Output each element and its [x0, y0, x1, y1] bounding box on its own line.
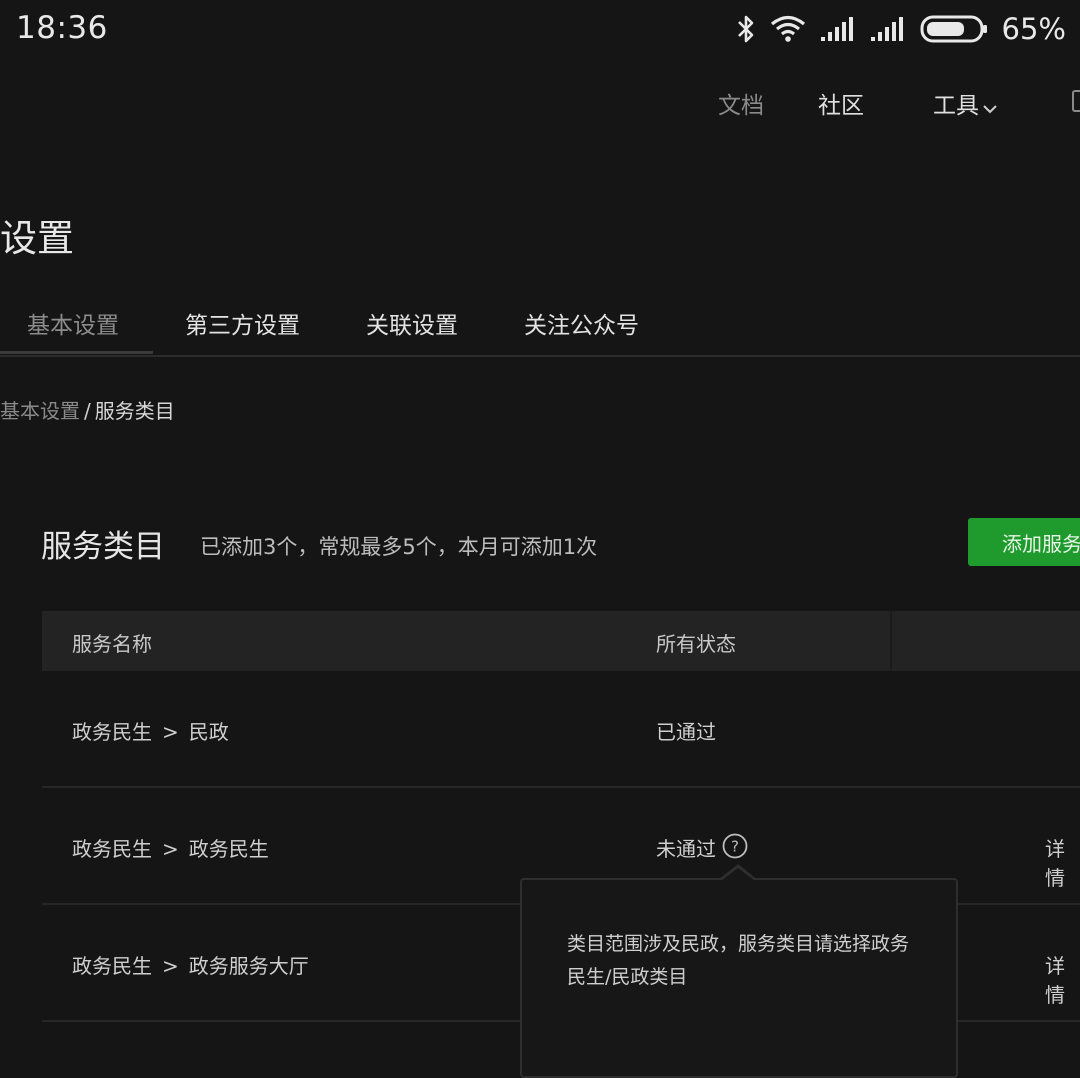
details-link[interactable]: 详情 — [1045, 833, 1080, 891]
status-text: 已通过 — [656, 720, 716, 744]
battery-icon — [920, 14, 988, 44]
tooltip-text: 类目范围涉及民政，服务类目请选择政务民生/民政类目 — [567, 933, 910, 988]
service-name: 政务民生 > 政务服务大厅 — [72, 950, 309, 979]
active-tab-indicator — [0, 351, 153, 354]
tab-link-settings[interactable]: 关联设置 — [366, 306, 458, 340]
section-description: 已添加3个，常规最多5个，本月可添加1次 — [200, 535, 598, 559]
tab-follow-account[interactable]: 关注公众号 — [524, 306, 639, 340]
nav-docs[interactable]: 文档 — [718, 86, 764, 120]
category-separator: > — [162, 954, 179, 978]
subcategory-label: 政务服务大厅 — [188, 954, 309, 978]
category-separator: > — [162, 720, 179, 744]
tooltip-arrow-fill — [721, 868, 755, 881]
table-header: 服务名称 所有状态 — [42, 611, 1080, 671]
category-label: 政务民生 — [72, 837, 152, 861]
status-time: 18:36 — [16, 10, 108, 46]
wifi-icon — [770, 15, 806, 43]
tab-third-party-settings[interactable]: 第三方设置 — [185, 306, 300, 340]
status-bar: 18:36 65% — [0, 0, 1080, 60]
category-separator: > — [162, 837, 179, 861]
service-name: 政务民生 > 政务民生 — [72, 833, 269, 862]
bluetooth-icon — [736, 14, 756, 44]
status-cell: 未通过? — [656, 833, 748, 864]
breadcrumb-separator: / — [84, 399, 91, 423]
category-label: 政务民生 — [72, 954, 152, 978]
breadcrumb-parent[interactable]: 基本设置 — [0, 399, 80, 423]
column-divider — [890, 611, 892, 671]
nav-tools-label: 工具 — [933, 93, 979, 119]
nav-community[interactable]: 社区 — [818, 86, 864, 120]
column-header-service-name: 服务名称 — [72, 632, 152, 656]
add-service-category-button[interactable]: 添加服务类目 — [968, 518, 1080, 566]
category-label: 政务民生 — [72, 720, 152, 744]
battery-percent: 65% — [1001, 12, 1066, 46]
top-nav: 文档 社区 工具 — [0, 82, 1080, 122]
tab-bar: 基本设置 第三方设置 关联设置 关注公众号 — [0, 300, 1080, 357]
breadcrumb: 基本设置 / 服务类目 — [0, 395, 175, 424]
subcategory-label: 政务民生 — [188, 837, 269, 861]
section-title: 服务类目 — [41, 529, 165, 565]
column-header-status-filter[interactable]: 所有状态 — [656, 628, 736, 657]
signal-icon — [820, 16, 856, 42]
subcategory-label: 民政 — [188, 720, 229, 744]
rejection-reason-tooltip: 类目范围涉及民政，服务类目请选择政务民生/民政类目 — [520, 878, 958, 1078]
chevron-down-icon — [983, 94, 997, 120]
status-text: 未通过 — [656, 837, 716, 861]
svg-text:?: ? — [731, 838, 739, 856]
signal-icon — [870, 16, 906, 42]
tab-basic-settings[interactable]: 基本设置 — [27, 306, 119, 340]
table-row: 政务民生 > 民政 已通过 — [42, 671, 1080, 788]
nav-extra-icon[interactable] — [1072, 90, 1080, 112]
page-title: 设置 — [0, 217, 74, 260]
details-link[interactable]: 详情 — [1045, 950, 1080, 1008]
status-icons: 65% — [736, 10, 1066, 48]
question-mark-icon[interactable]: ? — [722, 833, 748, 864]
breadcrumb-current: 服务类目 — [94, 399, 175, 423]
service-name: 政务民生 > 民政 — [72, 716, 229, 745]
nav-tools[interactable]: 工具 — [933, 86, 997, 120]
